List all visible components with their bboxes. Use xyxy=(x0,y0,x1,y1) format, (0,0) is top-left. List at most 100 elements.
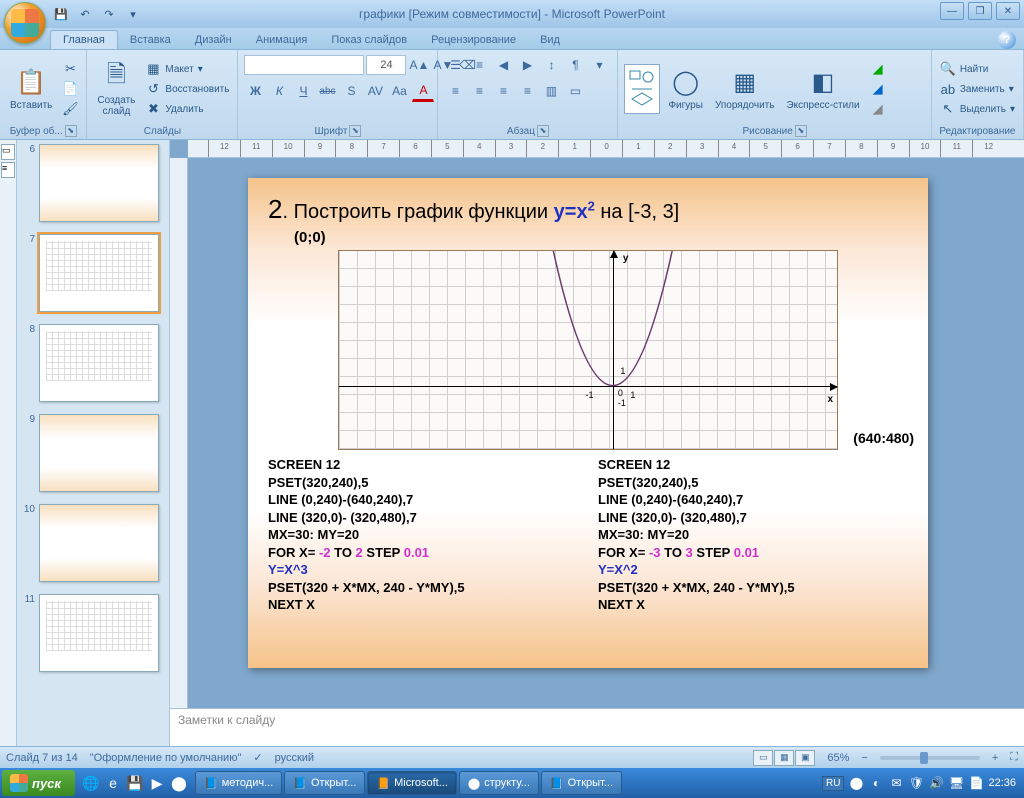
horizontal-ruler[interactable]: 1211109876543210123456789101112 xyxy=(188,140,1024,158)
numbering-button[interactable]: ≡ xyxy=(468,54,490,76)
para-launcher[interactable]: ⬊ xyxy=(537,125,549,137)
ql-icon[interactable]: ⬤ xyxy=(169,772,189,794)
tab-review[interactable]: Рецензирование xyxy=(419,31,528,49)
close-button[interactable]: ✕ xyxy=(996,2,1020,20)
thumbnail-10[interactable]: 10 xyxy=(21,504,165,582)
task-button[interactable]: 📘Открыт... xyxy=(541,771,622,795)
zoom-slider[interactable] xyxy=(880,756,980,760)
clock[interactable]: 22:36 xyxy=(988,777,1016,789)
tray-icon[interactable]: ◐ xyxy=(868,775,884,791)
convert-smartart-button[interactable]: ▭ xyxy=(564,80,586,102)
thumbnail-11[interactable]: 11 xyxy=(21,594,165,672)
find-button[interactable]: 🔍Найти xyxy=(938,60,1017,78)
thumbnail-6[interactable]: 6 xyxy=(21,144,165,222)
slides-tab-icon[interactable]: ▭ xyxy=(1,144,15,160)
zoom-out-button[interactable]: − xyxy=(861,752,867,764)
tab-home[interactable]: Главная xyxy=(50,30,118,49)
slideshow-view-button[interactable]: ▣ xyxy=(795,750,815,766)
zoom-thumb[interactable] xyxy=(920,752,928,764)
align-text-button[interactable]: ▾ xyxy=(588,54,610,76)
font-color-button[interactable]: A xyxy=(412,80,434,102)
shapes-gallery[interactable] xyxy=(624,64,660,114)
line-spacing-button[interactable]: ↕ xyxy=(540,54,562,76)
office-button[interactable] xyxy=(4,2,46,44)
save-icon[interactable]: 💾 xyxy=(52,5,70,23)
spacing-button[interactable]: AV xyxy=(364,80,386,102)
reset-button[interactable]: ↺Восстановить xyxy=(143,80,231,98)
tray-icon[interactable]: 🖥 xyxy=(948,775,964,791)
tray-icon[interactable]: ⬤ xyxy=(848,775,864,791)
align-left-button[interactable]: ≡ xyxy=(444,80,466,102)
tab-design[interactable]: Дизайн xyxy=(183,31,244,49)
redo-icon[interactable]: ↷ xyxy=(100,5,118,23)
font-launcher[interactable]: ⬊ xyxy=(349,125,361,137)
thumbnail-7[interactable]: 7 xyxy=(21,234,165,312)
language-status[interactable]: русский xyxy=(275,752,314,764)
tab-slideshow[interactable]: Показ слайдов xyxy=(319,31,419,49)
case-button[interactable]: Aa xyxy=(388,80,410,102)
slide-canvas[interactable]: 2. Построить график функции y=x2 на [-3,… xyxy=(188,158,1024,708)
underline-button[interactable]: Ч xyxy=(292,80,314,102)
shadow-button[interactable]: S xyxy=(340,80,362,102)
align-justify-button[interactable]: ≡ xyxy=(516,80,538,102)
thumbnail-9[interactable]: 9 xyxy=(21,414,165,492)
slide[interactable]: 2. Построить график функции y=x2 на [-3,… xyxy=(248,178,928,668)
zoom-in-button[interactable]: + xyxy=(992,752,998,764)
tray-icon[interactable]: 🛡 xyxy=(908,775,924,791)
maximize-button[interactable]: ❐ xyxy=(968,2,992,20)
draw-launcher[interactable]: ⬊ xyxy=(795,125,807,137)
code-columns[interactable]: SCREEN 12 PSET(320,240),5 LINE (0,240)-(… xyxy=(268,456,908,614)
undo-icon[interactable]: ↶ xyxy=(76,5,94,23)
ql-icon[interactable]: ▶ xyxy=(147,772,167,794)
thumbnail-8[interactable]: 8 xyxy=(21,324,165,402)
inc-indent-button[interactable]: ▶ xyxy=(516,54,538,76)
shape-outline-button[interactable]: ◢ xyxy=(868,80,888,98)
quick-styles-button[interactable]: ◧ Экспресс-стили xyxy=(782,64,863,113)
tab-animation[interactable]: Анимация xyxy=(244,31,320,49)
arrange-button[interactable]: ▦ Упорядочить xyxy=(711,64,779,113)
font-size-select[interactable] xyxy=(366,55,406,75)
align-right-button[interactable]: ≡ xyxy=(492,80,514,102)
task-button[interactable]: 📙Microsoft... xyxy=(367,771,457,795)
ql-icon[interactable]: 💾 xyxy=(125,772,145,794)
bullets-button[interactable]: ☰ xyxy=(444,54,466,76)
help-icon[interactable]: ? xyxy=(998,31,1016,49)
qat-customize-icon[interactable]: ▾ xyxy=(124,5,142,23)
task-button[interactable]: 📘методич... xyxy=(195,771,282,795)
shape-fill-button[interactable]: ◢ xyxy=(868,60,888,78)
copy-button[interactable]: 📄 xyxy=(60,80,80,98)
spell-check-icon[interactable]: ✓ xyxy=(253,751,262,764)
replace-button[interactable]: abЗаменить ▾ xyxy=(938,80,1017,98)
columns-button[interactable]: ▥ xyxy=(540,80,562,102)
fit-window-button[interactable]: ⛶ xyxy=(1010,751,1018,764)
delete-slide-button[interactable]: ✖Удалить xyxy=(143,100,231,118)
clipboard-launcher[interactable]: ⬊ xyxy=(65,125,77,137)
align-center-button[interactable]: ≡ xyxy=(468,80,490,102)
tray-icon[interactable]: 🔊 xyxy=(928,775,944,791)
ql-icon[interactable]: e xyxy=(103,772,123,794)
strike-button[interactable]: abc xyxy=(316,80,338,102)
ql-icon[interactable]: 🌐 xyxy=(81,772,101,794)
dec-indent-button[interactable]: ◀ xyxy=(492,54,514,76)
tray-icon[interactable]: 📄 xyxy=(968,775,984,791)
language-indicator[interactable]: RU xyxy=(822,776,844,791)
sorter-view-button[interactable]: ▦ xyxy=(774,750,794,766)
task-button[interactable]: ⬤структу... xyxy=(459,771,539,795)
thumbnail-pane[interactable]: 6 7 8 9 10 11 xyxy=(17,140,170,746)
normal-view-button[interactable]: ▭ xyxy=(753,750,773,766)
slide-title[interactable]: 2. Построить график функции y=x2 на [-3,… xyxy=(268,194,908,225)
shape-effects-button[interactable]: ◢ xyxy=(868,100,888,118)
bold-button[interactable]: Ж xyxy=(244,80,266,102)
font-family-select[interactable] xyxy=(244,55,364,75)
vertical-ruler[interactable] xyxy=(170,158,188,708)
minimize-button[interactable]: — xyxy=(940,2,964,20)
select-button[interactable]: ↖Выделить ▾ xyxy=(938,100,1017,118)
start-button[interactable]: пуск xyxy=(2,770,75,796)
outline-tab-icon[interactable]: ≡ xyxy=(1,162,15,178)
layout-button[interactable]: ▦Макет ▾ xyxy=(143,60,231,78)
tab-insert[interactable]: Вставка xyxy=(118,31,183,49)
format-painter-button[interactable]: 🖌 xyxy=(60,100,80,118)
grow-font-button[interactable]: A▲ xyxy=(408,54,430,76)
notes-pane[interactable]: Заметки к слайду xyxy=(170,708,1024,746)
new-slide-button[interactable]: 🗎 Создать слайд xyxy=(93,59,139,119)
